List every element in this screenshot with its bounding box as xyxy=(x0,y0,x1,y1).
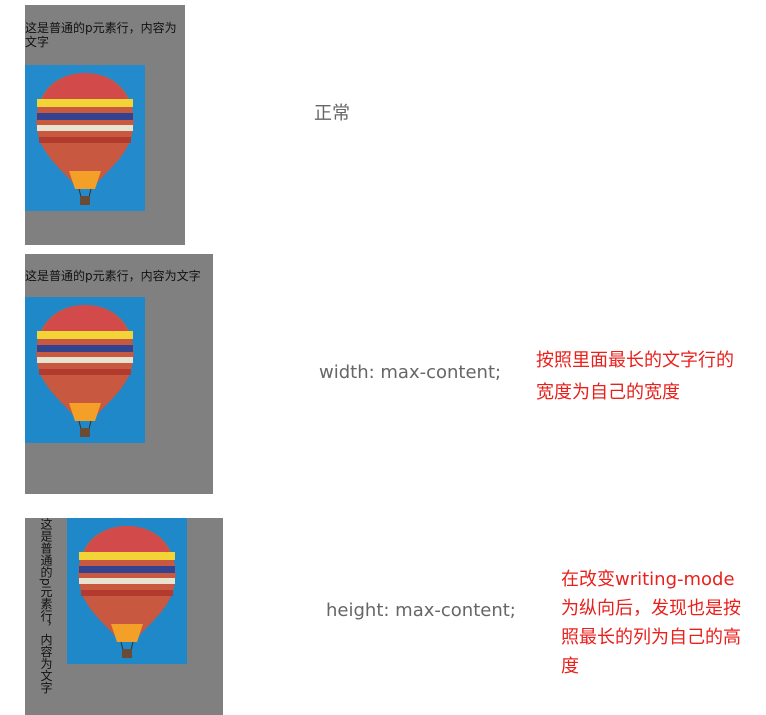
demo-label: height: max-content; xyxy=(326,600,516,621)
hot-air-balloon-image xyxy=(25,65,145,211)
note-line: 宽度为自己的宽度 xyxy=(536,382,680,403)
demo-width-max-content-box: 这是普通的p元素行，内容为文字 xyxy=(25,254,213,494)
note-line: 按照里面最长的文字行的 xyxy=(536,350,734,371)
demo-note: 按照里面最长的文字行的 宽度为自己的宽度 xyxy=(536,345,734,409)
note-line: 为纵向后，发现也是按 xyxy=(561,598,741,619)
demo-note: 在改变writing-mode 为纵向后，发现也是按 照最长的列为自己的高 度 xyxy=(561,565,741,681)
demo-normal-box: 这是普通的p元素行，内容为文字 xyxy=(25,5,185,245)
note-line: 度 xyxy=(561,656,579,677)
paragraph-text: 这是普通的p元素行，内容为文字 xyxy=(25,269,201,283)
demo-label: width: max-content; xyxy=(319,362,502,383)
note-line: 照最长的列为自己的高 xyxy=(561,627,741,648)
demo-height-max-content-box: 这是普通的p元素行，内容为文字 xyxy=(25,518,223,715)
paragraph-text: 这是普通的p元素行，内容为文字 xyxy=(39,518,53,694)
demo-label: 正常 xyxy=(314,103,350,124)
note-line: 在改变writing-mode xyxy=(561,569,735,590)
hot-air-balloon-image xyxy=(25,297,145,443)
paragraph-text: 这是普通的p元素行，内容为文字 xyxy=(25,21,177,49)
hot-air-balloon-image xyxy=(67,518,187,664)
